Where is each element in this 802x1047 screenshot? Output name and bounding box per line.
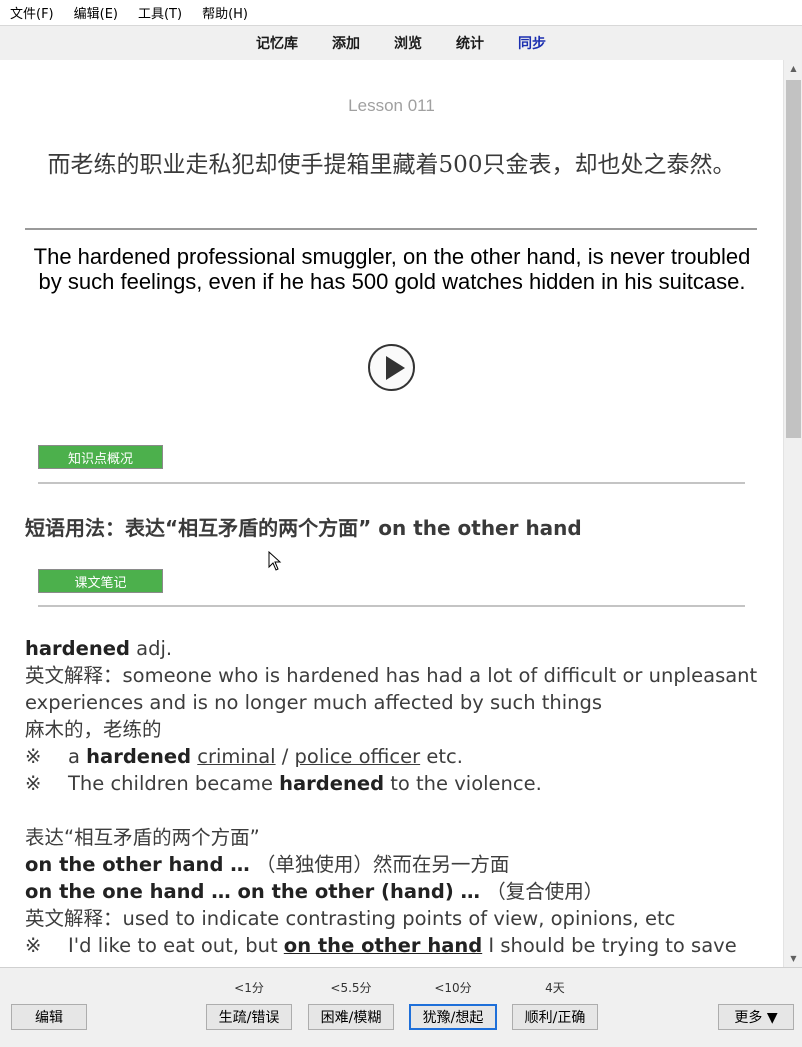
note-usage: on the other hand … （单独使用）然而在另一方面	[25, 853, 510, 876]
divider	[38, 482, 745, 484]
nav-stats[interactable]: 统计	[456, 33, 484, 53]
menu-bar: 文件(F) 编辑(E) 工具(T) 帮助(H)	[0, 0, 802, 26]
menu-help[interactable]: 帮助(H)	[202, 3, 248, 22]
menu-tools[interactable]: 工具(T)	[138, 3, 182, 22]
play-audio-button[interactable]	[368, 344, 415, 391]
more-button[interactable]: 更多 ▼	[718, 1004, 794, 1030]
answer-easy-button[interactable]: 顺利/正确	[512, 1004, 598, 1030]
top-nav: 记忆库 添加 浏览 统计 同步	[0, 26, 802, 60]
nav-browse[interactable]: 浏览	[394, 33, 422, 53]
chinese-sentence: 而老练的职业走私犯却使手提箱里藏着500只金表，却也处之泰然。	[47, 152, 736, 178]
mouse-cursor-icon	[268, 551, 282, 571]
answer-hard-button[interactable]: 困难/模糊	[308, 1004, 394, 1030]
note-line: 表达“相互矛盾的两个方面”	[25, 826, 260, 849]
note-line: 英文解释：used to indicate contrasting points…	[25, 907, 676, 930]
note-line: 英文解释：someone who is hardened has had a l…	[25, 664, 758, 714]
note-word: hardened	[25, 637, 130, 660]
answer-bar: 编辑 <1分 <5.5分 <10分 4天 生疏/错误 困难/模糊 犹豫/想起 顺…	[0, 967, 802, 1047]
note-pos: adj.	[129, 637, 173, 660]
english-sentence: The hardened professional smuggler, on t…	[33, 244, 751, 294]
menu-file[interactable]: 文件(F)	[10, 3, 54, 22]
interval-hard: <5.5分	[330, 981, 372, 995]
phrase-heading: 短语用法：表达“相互矛盾的两个方面” on the other hand	[25, 516, 582, 540]
note-line: hardened adj.	[25, 635, 765, 662]
interval-again: <1分	[234, 981, 264, 995]
lesson-title: Lesson 011	[348, 96, 435, 115]
scroll-down-icon[interactable]: ▼	[784, 950, 802, 967]
answer-good-button[interactable]: 犹豫/想起	[409, 1004, 497, 1030]
notes-tag[interactable]: 课文笔记	[38, 569, 163, 593]
edit-button[interactable]: 编辑	[11, 1004, 87, 1030]
nav-decks[interactable]: 记忆库	[256, 33, 298, 53]
card-content: Lesson 011 而老练的职业走私犯却使手提箱里藏着500只金表，却也处之泰…	[0, 60, 783, 967]
scroll-up-icon[interactable]: ▲	[784, 60, 802, 77]
nav-sync[interactable]: 同步	[518, 33, 546, 53]
note-example: ※ I'd like to eat out, but on the other h…	[25, 934, 737, 957]
note-definition: someone who is hardened has had a lot of…	[25, 664, 758, 714]
lesson-notes: hardened adj. 英文解释：someone who is harden…	[25, 635, 765, 959]
nav-add[interactable]: 添加	[332, 33, 360, 53]
scroll-thumb[interactable]	[786, 80, 801, 438]
interval-good: <10分	[434, 981, 472, 995]
vertical-scrollbar[interactable]: ▲ ▼	[783, 60, 802, 967]
knowledge-tag[interactable]: 知识点概况	[38, 445, 163, 469]
divider	[25, 228, 757, 230]
note-usage: on the one hand … on the other (hand) … …	[25, 880, 604, 903]
menu-edit[interactable]: 编辑(E)	[74, 3, 118, 22]
note-example: ※ The children became hardened to the vio…	[25, 772, 542, 795]
interval-easy: 4天	[545, 981, 565, 995]
divider	[38, 605, 745, 607]
answer-again-button[interactable]: 生疏/错误	[206, 1004, 292, 1030]
note-line: 麻木的，老练的	[25, 718, 162, 741]
play-icon	[386, 356, 405, 380]
note-example: ※ a hardened criminal / police officer et…	[25, 745, 463, 768]
